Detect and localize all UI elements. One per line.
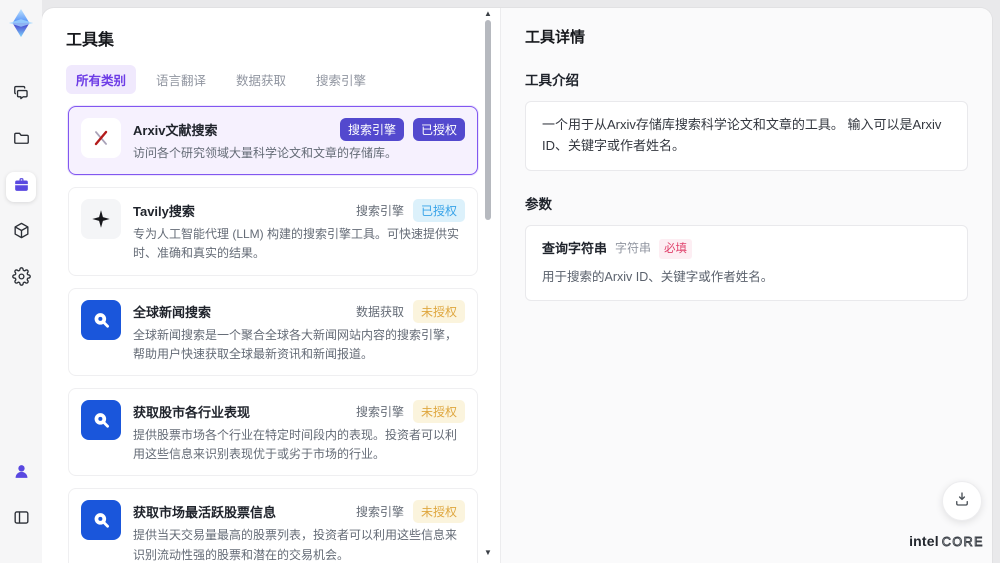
download-icon: [953, 490, 971, 513]
news-icon: [81, 299, 121, 340]
scroll-up-arrow[interactable]: ▲: [484, 10, 492, 18]
tool-description: 提供股票市场各个行业在特定时间段内的表现。投资者可以利用这些信息来识别表现优于或…: [133, 427, 458, 462]
tool-status-badge: 未授权: [412, 399, 465, 423]
tool-status-badge: 已授权: [412, 118, 465, 141]
category-tab[interactable]: 数据获取: [226, 65, 296, 94]
cube-icon: [12, 221, 31, 245]
params-heading: 参数: [525, 196, 552, 212]
intel-logo-text: intel: [909, 533, 939, 549]
app-logo-icon: [6, 8, 36, 38]
param-description: 用于搜索的Arxiv ID、关键字或作者姓名。: [542, 270, 774, 285]
tool-list: Arxiv文献搜索 访问各个研究领域大量科学论文和文章的存储库。 搜索引擎 已授…: [66, 104, 500, 563]
sidebar-item-settings[interactable]: [6, 264, 36, 294]
news-icon: [81, 399, 121, 440]
tool-status-badge: 未授权: [412, 500, 465, 524]
tool-card[interactable]: Tavily搜索 专为人工智能代理 (LLM) 构建的搜索引擎工具。可快速提供实…: [68, 187, 478, 276]
tool-list-scrollbar[interactable]: ▲ ▼: [483, 10, 493, 557]
tool-category-label: 搜索引擎: [355, 204, 404, 219]
tool-card[interactable]: 全球新闻搜索 全球新闻搜索是一个聚合全球各大新闻网站内容的搜索引擎，帮助用户快速…: [68, 287, 478, 376]
scrollbar-thumb[interactable]: [485, 20, 491, 220]
tool-category-label: 搜索引擎: [355, 505, 404, 520]
tool-description: 专为人工智能代理 (LLM) 构建的搜索引擎工具。可快速提供实时、准确和真实的结…: [133, 227, 460, 261]
param-type-label: 字符串: [615, 241, 652, 256]
param-name: 查询字符串: [542, 240, 608, 256]
user-icon: [12, 462, 31, 486]
tool-category-label: 搜索引擎: [339, 118, 404, 141]
sidebar-item-files[interactable]: [6, 126, 36, 156]
briefcase-icon: [12, 175, 31, 199]
category-tab[interactable]: 搜索引擎: [306, 65, 376, 94]
download-button[interactable]: [942, 481, 982, 521]
detail-title: 工具详情: [525, 29, 586, 46]
sidebar-item-models[interactable]: [6, 218, 36, 248]
tool-description: 访问各个研究领域大量科学论文和文章的存储库。: [133, 146, 398, 160]
folder-icon: [12, 129, 31, 153]
panel-toggle-icon: [12, 508, 31, 532]
tool-category-label: 数据获取: [355, 304, 404, 319]
sidebar-item-chat[interactable]: [6, 80, 36, 110]
toolset-pane: 工具集 所有类别 语言翻译 数据获取 搜索引擎 Arxiv文献搜索 访问各个研究领域大…: [42, 8, 500, 563]
scroll-down-arrow[interactable]: ▼: [484, 549, 492, 557]
news-icon: [81, 500, 121, 541]
intel-core-logo: intel core: [909, 533, 984, 549]
arxiv-icon: [81, 118, 121, 158]
tool-detail-pane: 工具详情 工具介绍 一个用于从Arxiv存储库搜索科学论文和文章的工具。 输入可…: [500, 8, 992, 563]
toolset-title: 工具集: [66, 32, 115, 49]
category-tab[interactable]: 语言翻译: [146, 65, 216, 94]
tool-card[interactable]: 获取市场最活跃股票信息 提供当天交易量最高的股票列表，投资者可以利用这些信息来识…: [68, 488, 478, 563]
tool-category-label: 搜索引擎: [355, 404, 404, 419]
sidebar-item-collapse[interactable]: [6, 505, 36, 535]
main-window: 工具集 所有类别 语言翻译 数据获取 搜索引擎 Arxiv文献搜索 访问各个研究领域大…: [42, 8, 992, 563]
intro-box: 一个用于从Arxiv存储库搜索科学论文和文章的工具。 输入可以是Arxiv ID…: [525, 101, 968, 171]
tool-card[interactable]: Arxiv文献搜索 访问各个研究领域大量科学论文和文章的存储库。 搜索引擎 已授…: [68, 106, 478, 176]
tool-status-badge: 未授权: [412, 299, 465, 323]
app-sidebar: [0, 0, 42, 563]
tool-description: 提供当天交易量最高的股票列表，投资者可以利用这些信息来识别流动性强的股票和潜在的…: [133, 528, 458, 562]
core-logo-text: core: [941, 535, 984, 550]
chat-icon: [12, 83, 31, 107]
tool-card[interactable]: 获取股市各行业表现 提供股票市场各个行业在特定时间段内的表现。投资者可以利用这些…: [68, 387, 478, 477]
tavily-icon: [81, 199, 121, 240]
sidebar-item-user[interactable]: [6, 459, 36, 489]
param-box: 查询字符串 字符串 必填 用于搜索的Arxiv ID、关键字或作者姓名。: [525, 224, 968, 302]
tool-description: 全球新闻搜索是一个聚合全球各大新闻网站内容的搜索引擎，帮助用户快速获取全球最新资…: [133, 327, 458, 361]
intro-heading: 工具介绍: [525, 73, 579, 88]
tool-status-badge: 已授权: [412, 199, 465, 223]
param-required-badge: 必填: [659, 238, 693, 260]
category-tabs: 所有类别 语言翻译 数据获取 搜索引擎: [66, 65, 500, 94]
sidebar-item-tools[interactable]: [6, 172, 36, 202]
gear-icon: [11, 267, 31, 291]
category-tab[interactable]: 所有类别: [66, 65, 137, 94]
